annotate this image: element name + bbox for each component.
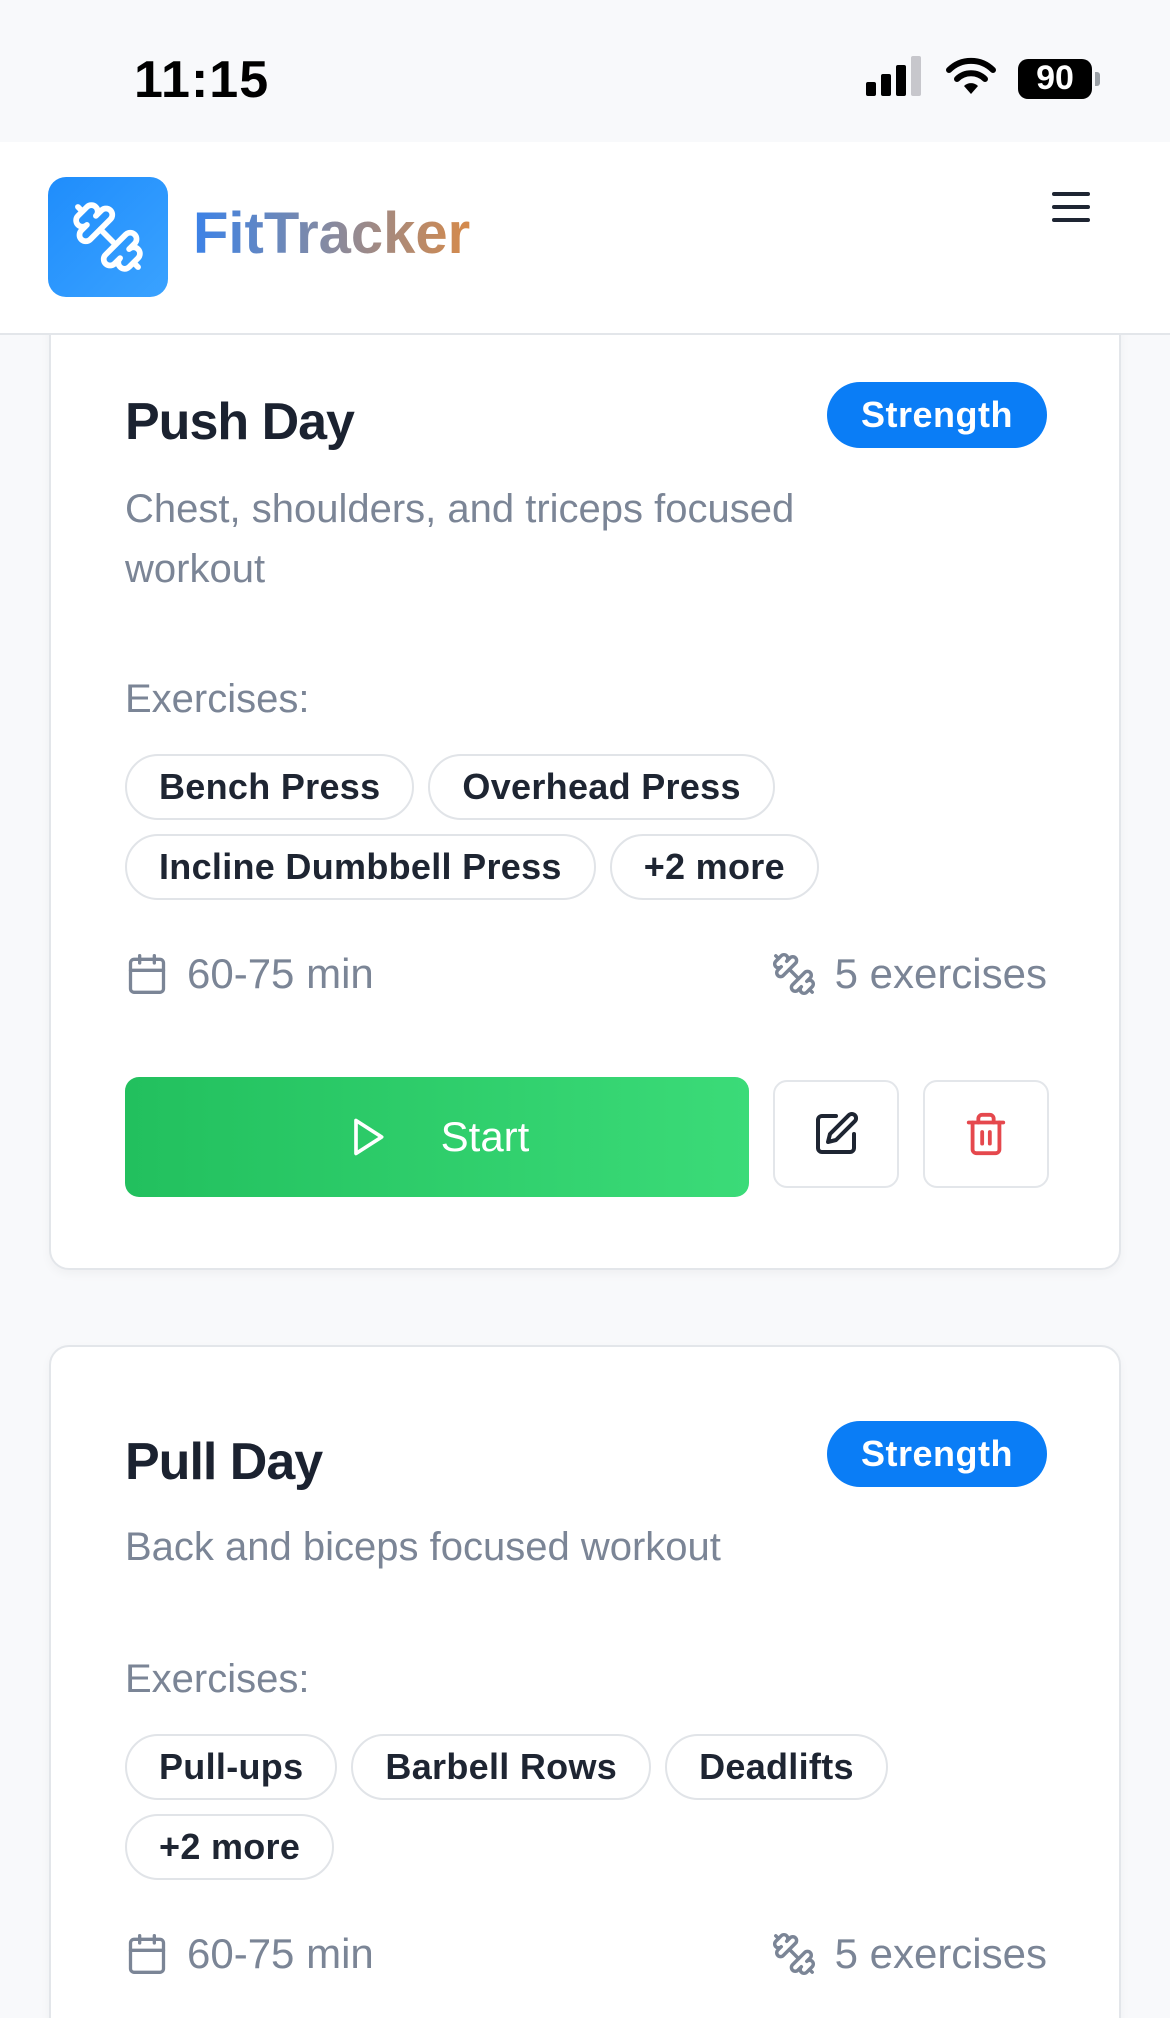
dumbbell-icon	[73, 202, 143, 272]
category-badge: Strength	[827, 382, 1047, 448]
edit-button[interactable]	[773, 1080, 899, 1188]
start-label: Start	[440, 1113, 530, 1160]
calendar-icon	[128, 1934, 166, 1974]
logo[interactable]	[48, 177, 168, 297]
status-time: 11:15	[134, 51, 270, 109]
play-icon	[353, 1118, 384, 1156]
duration: 60-75 min	[125, 1930, 374, 1978]
trash-icon	[966, 1112, 1006, 1156]
duration-text: 60-75 min	[187, 950, 374, 997]
hamburger-icon-line	[1052, 192, 1090, 196]
dumbbell-icon	[772, 1933, 815, 1975]
status-icons: 90	[866, 56, 1100, 101]
exercise-chip: Barbell Rows	[351, 1734, 652, 1800]
exercise-chip: Deadlifts	[665, 1734, 888, 1800]
workout-title: Push Day	[125, 393, 355, 451]
exercise-chip: Pull-ups	[125, 1734, 338, 1800]
more-exercises-chip[interactable]: +2 more	[609, 834, 819, 900]
start-workout-button[interactable]: Start	[125, 1077, 749, 1197]
exercises-label: Exercises:	[125, 1657, 310, 1701]
exercise-count: 5 exercises	[771, 950, 1047, 998]
hamburger-icon-line	[1052, 205, 1090, 209]
duration: 60-75 min	[125, 950, 374, 998]
status-bar: 11:15 90	[0, 0, 1170, 142]
exercises-label: Exercises:	[125, 677, 310, 721]
hamburger-icon-line	[1052, 218, 1090, 222]
brand-name[interactable]: FitTracker	[193, 200, 470, 267]
exercise-chip: Bench Press	[125, 754, 415, 820]
exercise-count-text: 5 exercises	[834, 1930, 1047, 1977]
wifi-icon	[944, 56, 998, 101]
exercise-count: 5 exercises	[771, 1930, 1047, 1978]
calendar-icon	[128, 954, 166, 994]
dumbbell-icon	[772, 953, 815, 995]
exercise-chip: Overhead Press	[428, 754, 775, 820]
edit-icon	[816, 1111, 859, 1154]
battery-indicator: 90	[1018, 58, 1100, 99]
workout-description: Chest, shoulders, and triceps focused wo…	[125, 487, 795, 591]
workout-card-push-day: Push Day Strength Chest, shoulders, and …	[49, 300, 1121, 1270]
workout-card-pull-day: Pull Day Strength Back and biceps focuse…	[49, 1345, 1121, 2018]
duration-text: 60-75 min	[187, 1930, 374, 1977]
more-exercises-chip[interactable]: +2 more	[125, 1814, 335, 1880]
workout-description: Back and biceps focused workout	[125, 1525, 721, 1569]
exercise-chip: Incline Dumbbell Press	[125, 834, 596, 900]
exercise-chips: Bench Press Overhead Press Incline Dumbb…	[125, 754, 885, 900]
exercise-chips: Pull-ups Barbell Rows Deadlifts +2 more	[125, 1734, 925, 1880]
exercise-count-text: 5 exercises	[834, 950, 1047, 997]
app-header: FitTracker	[0, 142, 1170, 335]
workout-title: Pull Day	[125, 1433, 323, 1491]
delete-button[interactable]	[923, 1080, 1049, 1188]
category-badge: Strength	[827, 1421, 1047, 1487]
signal-icon	[866, 56, 924, 101]
menu-button[interactable]	[1052, 182, 1102, 232]
